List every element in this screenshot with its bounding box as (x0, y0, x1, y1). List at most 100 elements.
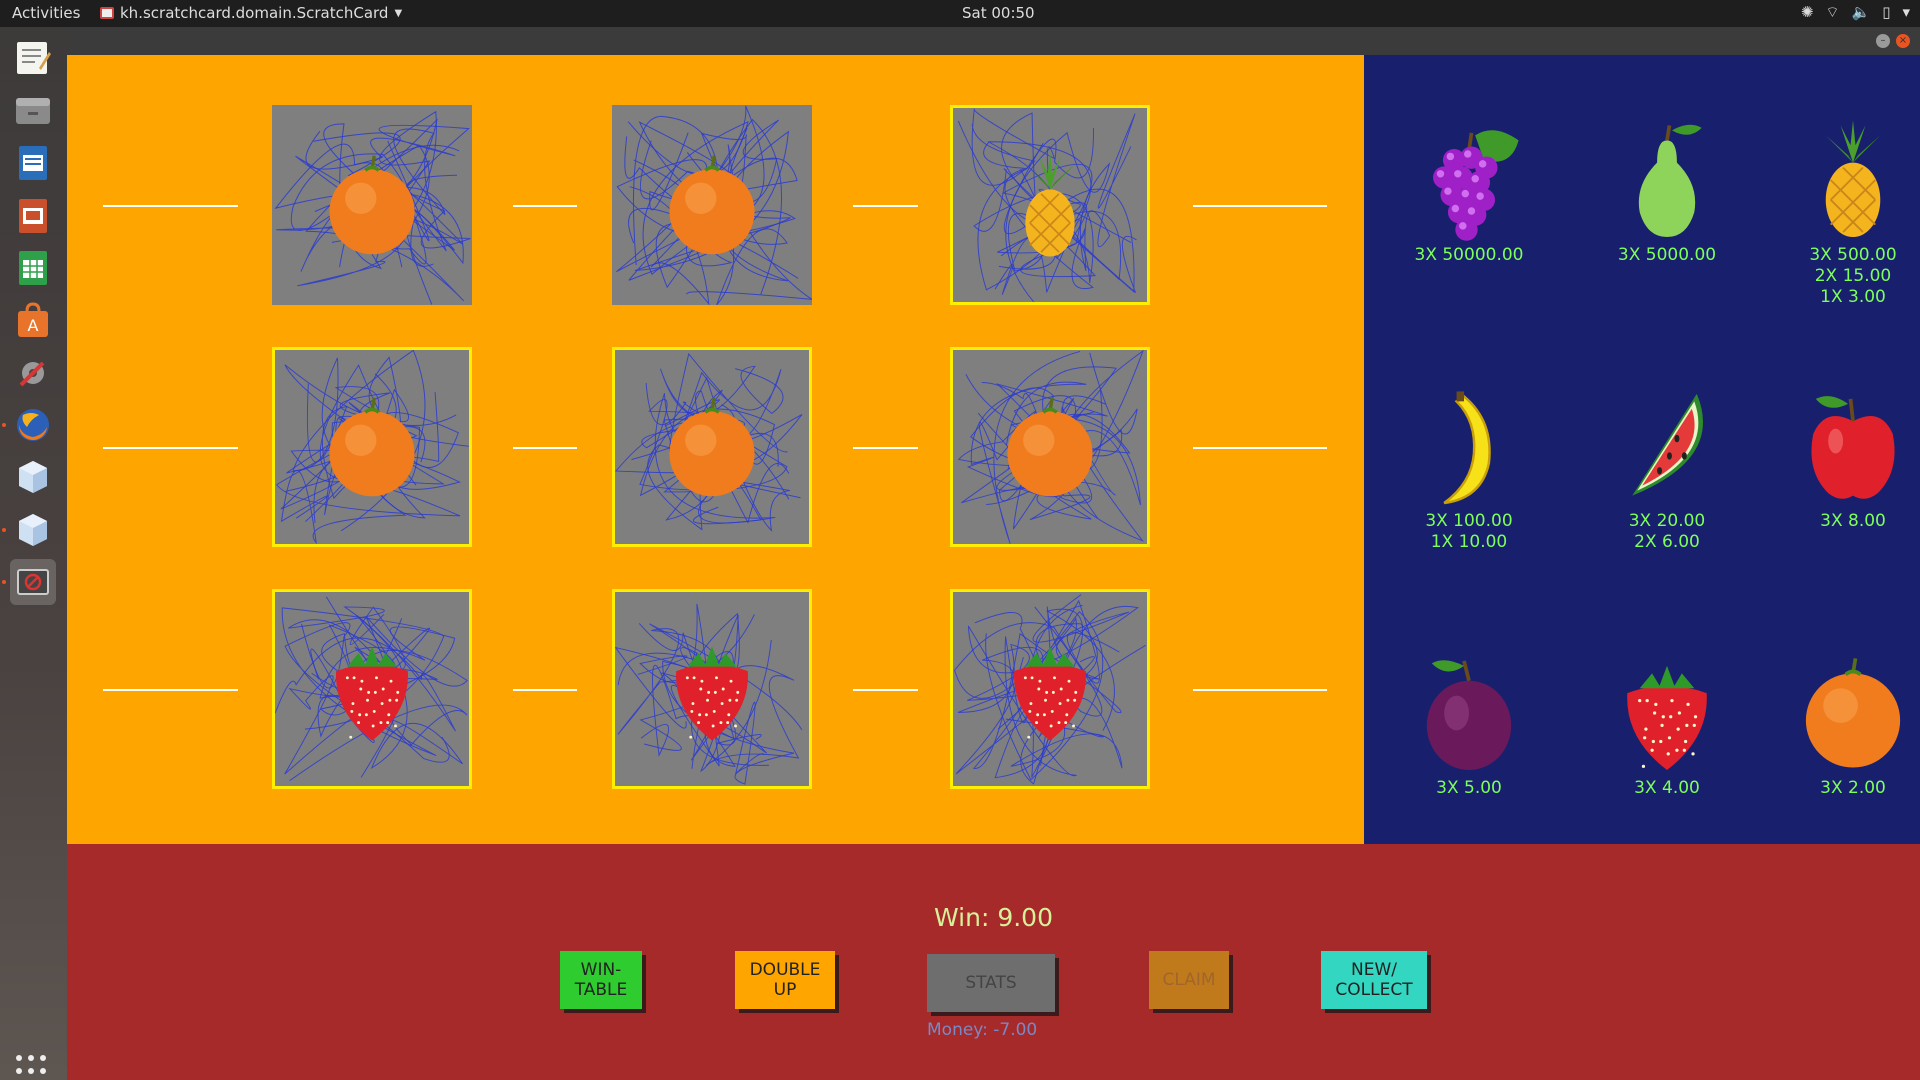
paytable-entry-pear: 3X 5000.00 (1582, 115, 1752, 266)
payline (513, 205, 577, 207)
scratch-tile[interactable] (950, 105, 1150, 305)
battery-icon[interactable]: ▯ (1882, 3, 1890, 22)
double-up-label-1: DOUBLE (749, 960, 821, 980)
paytable-entry-watermelon: 3X 20.00 2X 6.00 (1582, 381, 1752, 553)
plum-icon (1426, 660, 1512, 771)
running-indicator (2, 528, 6, 532)
orange-icon (1805, 658, 1901, 768)
software-center-icon[interactable]: A (10, 298, 56, 344)
cube-app-icon-2[interactable] (2, 507, 56, 553)
close-button[interactable]: × (1896, 34, 1910, 48)
strawberry-icon (676, 646, 748, 741)
paytable-entry-apple: 3X 8.00 (1768, 381, 1920, 532)
app-window-icon (100, 7, 114, 19)
orange-icon (329, 155, 415, 255)
payout-text: 3X 5.00 (1436, 778, 1502, 798)
payout-text: 1X 3.00 (1820, 287, 1886, 307)
money-balance: Money: -7.00 (927, 1020, 1038, 1040)
scratch-tile[interactable] (950, 347, 1150, 547)
payout-text: 2X 15.00 (1814, 266, 1892, 286)
payline (853, 689, 918, 691)
new-collect-button[interactable]: NEW/COLLECT (1321, 951, 1427, 1009)
scratch-tile[interactable] (950, 589, 1150, 789)
win-amount: Win: 9.00 (934, 903, 1053, 932)
scratch-tile[interactable] (272, 589, 472, 789)
text-editor-icon[interactable] (10, 35, 56, 81)
paytable-entry-orange: 3X 2.00 (1768, 648, 1920, 799)
payline (1193, 205, 1327, 207)
paytable-entry-grape: 3X 50000.00 (1384, 115, 1554, 266)
running-indicator (2, 580, 6, 584)
chevron-down-icon: ▼ (394, 7, 403, 19)
claim-label: CLAIM (1162, 970, 1216, 990)
double-up-button[interactable]: DOUBLE UP (735, 951, 835, 1009)
top-panel: Activities kh.scratchcard.domain.Scratch… (0, 0, 1920, 27)
strawberry-icon (1014, 646, 1086, 741)
file-manager-icon[interactable] (10, 87, 56, 133)
payline (103, 689, 238, 691)
scratch-board (67, 55, 1364, 844)
orange-icon (669, 397, 755, 497)
pineapple-icon (1025, 151, 1075, 257)
paytable-entry-banana: 3X 100.00 1X 10.00 (1384, 381, 1554, 553)
settings-icon[interactable] (10, 350, 56, 396)
new-collect-label-2: COLLECT (1335, 980, 1413, 1000)
payout-text: 3X 2.00 (1820, 778, 1886, 798)
app-menu[interactable]: kh.scratchcard.domain.ScratchCard ▼ (100, 4, 402, 22)
activities-button[interactable]: Activities (12, 4, 80, 22)
watermelon-icon (1632, 393, 1704, 496)
payline (1193, 689, 1327, 691)
control-panel: Win: 9.00 WIN- TABLE DOUBLE UP STATS CLAIM… (67, 844, 1920, 1080)
scratch-tile[interactable] (272, 347, 472, 547)
payout-text: 3X 8.00 (1820, 511, 1886, 531)
payline (853, 447, 918, 449)
scratch-tile[interactable] (612, 347, 812, 547)
payout-text: 3X 5000.00 (1617, 245, 1717, 265)
paytable-entry-strawberry: 3X 4.00 (1582, 648, 1752, 799)
firefox-icon[interactable] (2, 402, 56, 448)
orange-icon (669, 155, 755, 255)
claim-button[interactable]: CLAIM (1149, 951, 1229, 1009)
scratch-tile[interactable] (612, 589, 812, 789)
paytable-entry-pineapple: 3X 500.00 2X 15.00 1X 3.00 (1768, 115, 1920, 308)
paytable-entry-plum: 3X 5.00 (1384, 648, 1554, 799)
payline (103, 447, 238, 449)
app-menu-label: kh.scratchcard.domain.ScratchCard (120, 4, 389, 22)
grape-icon (1433, 130, 1519, 241)
window-titlebar: – × (67, 27, 1920, 55)
svg-text:A: A (28, 316, 39, 335)
wifi-icon[interactable]: ⌔ (1825, 3, 1839, 22)
minimize-button[interactable]: – (1876, 34, 1890, 48)
scratch-tile[interactable] (272, 105, 472, 305)
double-up-label-2: UP (773, 980, 797, 1000)
payout-text: 3X 500.00 (1809, 245, 1897, 265)
system-tray[interactable]: ✺ ⌔ 🔈 ▯ ▾ (1801, 3, 1910, 22)
payline (513, 447, 577, 449)
scratchcard-app-icon[interactable] (2, 559, 56, 605)
stats-button[interactable]: STATS (927, 954, 1055, 1012)
show-applications-icon[interactable] (16, 1055, 50, 1080)
volume-icon[interactable]: 🔈 (1852, 3, 1871, 22)
payline (1193, 447, 1327, 449)
accessibility-icon[interactable]: ✺ (1801, 3, 1814, 22)
writer-icon[interactable] (10, 140, 56, 186)
impress-icon[interactable] (10, 193, 56, 239)
dock: A (0, 27, 67, 1080)
pineapple-icon (1825, 120, 1881, 238)
stats-label: STATS (965, 973, 1017, 993)
payline (513, 689, 577, 691)
strawberry-icon (336, 646, 408, 741)
payout-text: 3X 4.00 (1634, 778, 1700, 798)
clock[interactable]: Sat 00:50 (962, 4, 1035, 22)
orange-icon (1007, 397, 1093, 497)
chevron-down-icon[interactable]: ▾ (1902, 3, 1910, 22)
scratch-tile[interactable] (612, 105, 812, 305)
win-table-button[interactable]: WIN- TABLE (560, 951, 642, 1009)
new-collect-label-1: NEW/ (1350, 960, 1397, 980)
running-indicator (2, 423, 6, 427)
win-table-label-1: WIN- (580, 960, 622, 980)
cube-app-icon[interactable] (10, 454, 56, 500)
payout-text: 3X 50000.00 (1414, 245, 1524, 265)
calc-icon[interactable] (10, 245, 56, 291)
win-table-label-2: TABLE (574, 980, 628, 1000)
